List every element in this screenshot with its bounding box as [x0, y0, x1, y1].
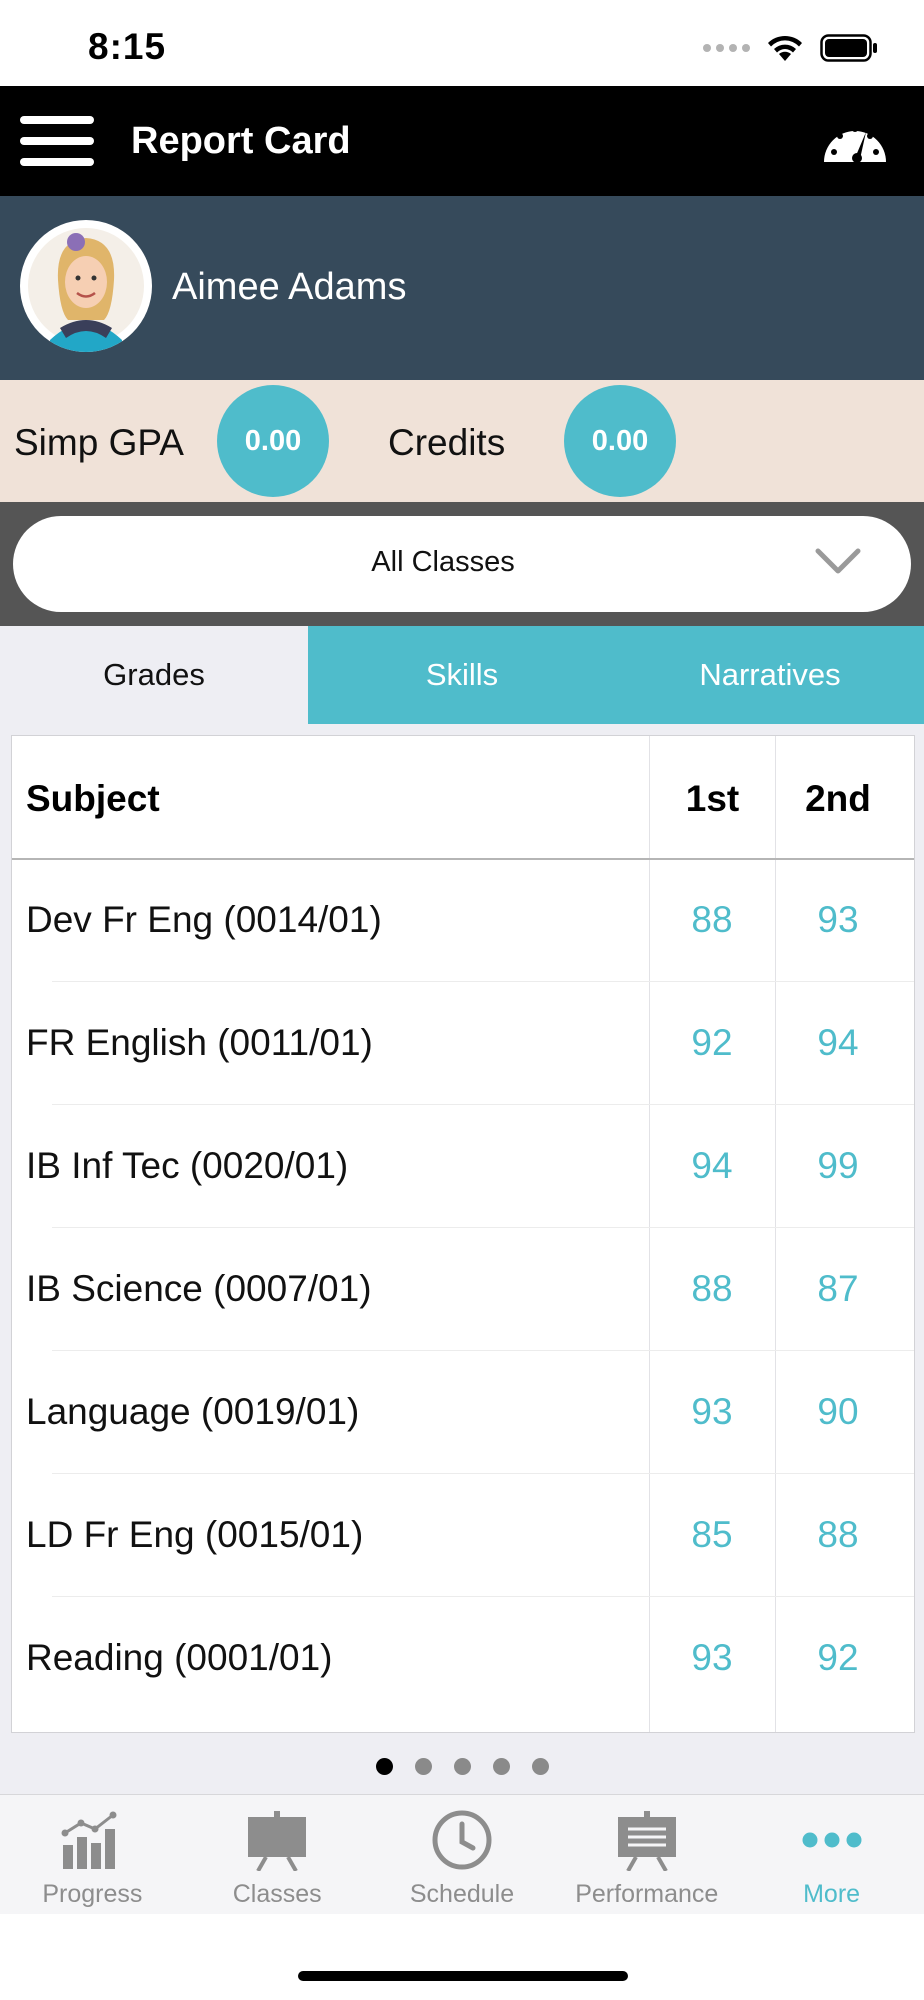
navigation-bar: Report Card	[0, 86, 924, 196]
tabbar-label: More	[803, 1880, 861, 1908]
class-filter-dropdown[interactable]: All Classes	[13, 516, 911, 612]
table-row[interactable]: Dev Fr Eng (0014/01) 88 93	[12, 859, 914, 982]
battery-icon	[820, 34, 877, 62]
student-profile: Aimee Adams	[0, 196, 924, 380]
student-avatar[interactable]	[20, 220, 152, 352]
subject-name: IB Inf Tec (0020/01)	[26, 1145, 349, 1186]
tabbar-item-schedule[interactable]: Schedule	[370, 1795, 555, 1915]
menu-button[interactable]	[20, 116, 94, 166]
tabbar-label: Classes	[232, 1880, 322, 1908]
tabbar-label: Progress	[42, 1880, 143, 1908]
tab-skills[interactable]: Skills	[308, 626, 616, 724]
report-tabs: Grades Skills Narratives	[0, 626, 924, 724]
dashboard-gauge-icon[interactable]	[822, 114, 888, 166]
more-dots-icon	[802, 1832, 862, 1848]
column-header-2nd: 2nd	[805, 778, 871, 819]
table-row[interactable]: IB Science (0007/01) 88 87	[12, 1228, 914, 1351]
grade-2nd[interactable]: 99	[776, 1145, 900, 1187]
tabbar-label: Schedule	[409, 1880, 515, 1908]
page-dot[interactable]	[414, 1758, 432, 1775]
grade-1st[interactable]: 94	[650, 1145, 774, 1187]
subject-name: FR English (0011/01)	[26, 1022, 373, 1063]
table-row[interactable]: FR English (0011/01) 92 94	[12, 982, 914, 1105]
bottom-tab-bar: Progress Classes Schedule Performance Mo…	[0, 1794, 924, 1915]
tabbar-item-progress[interactable]: Progress	[0, 1795, 185, 1915]
grade-2nd[interactable]: 94	[776, 1022, 900, 1064]
grade-2nd[interactable]: 92	[776, 1637, 900, 1679]
page-dot[interactable]	[492, 1758, 510, 1775]
grade-2nd[interactable]: 88	[776, 1514, 900, 1556]
tabbar-item-more[interactable]: More	[739, 1795, 924, 1915]
content-area: Subject 1st 2nd Dev Fr Eng (0014/01) 88 …	[0, 724, 924, 1794]
subject-name: IB Science (0007/01)	[26, 1268, 372, 1309]
tabbar-label: Performance	[575, 1880, 719, 1908]
grade-1st[interactable]: 93	[650, 1637, 774, 1679]
page-indicator[interactable]	[0, 1758, 924, 1775]
subject-name: Reading (0001/01)	[26, 1637, 333, 1678]
subject-name: Dev Fr Eng (0014/01)	[26, 899, 382, 940]
credits-value-badge: 0.00	[564, 385, 676, 497]
student-name: Aimee Adams	[172, 266, 407, 308]
presentation-board-icon	[617, 1811, 676, 1871]
wifi-icon	[768, 35, 802, 61]
clock-icon	[432, 1810, 492, 1870]
credits-label: Credits	[388, 422, 506, 463]
gpa-label: Simp GPA	[14, 422, 184, 463]
filter-band: All Classes	[0, 502, 924, 626]
column-header-1st: 1st	[685, 778, 740, 819]
status-bar: 8:15	[0, 0, 924, 86]
bar-chart-icon	[61, 1811, 117, 1869]
status-icons	[703, 30, 878, 66]
class-filter-value: All Classes	[371, 546, 515, 578]
grade-1st[interactable]: 85	[650, 1514, 774, 1556]
status-time: 8:15	[88, 26, 167, 67]
tab-grades[interactable]: Grades	[0, 626, 308, 724]
column-header-subject: Subject	[26, 778, 160, 819]
grade-1st[interactable]: 88	[650, 899, 774, 941]
tabbar-item-classes[interactable]: Classes	[185, 1795, 370, 1915]
grade-2nd[interactable]: 90	[776, 1391, 900, 1433]
grade-1st[interactable]: 93	[650, 1391, 774, 1433]
grade-1st[interactable]: 92	[650, 1022, 774, 1064]
table-header-row: Subject 1st 2nd	[12, 736, 914, 860]
table-row[interactable]: LD Fr Eng (0015/01) 85 88	[12, 1474, 914, 1597]
home-indicator[interactable]	[298, 1971, 628, 1981]
easel-icon	[248, 1811, 307, 1871]
cellular-signal-icon	[703, 44, 750, 52]
table-row[interactable]: Reading (0001/01) 93 92	[12, 1597, 914, 1720]
gpa-value-badge: 0.00	[217, 385, 329, 497]
grade-1st[interactable]: 88	[650, 1268, 774, 1310]
tabbar-item-performance[interactable]: Performance	[554, 1795, 739, 1915]
table-row[interactable]: IB Inf Tec (0020/01) 94 99	[12, 1105, 914, 1228]
subject-name: Language (0019/01)	[26, 1391, 360, 1432]
grades-table: Subject 1st 2nd Dev Fr Eng (0014/01) 88 …	[11, 735, 915, 1733]
chevron-down-icon	[815, 548, 861, 574]
subject-name: LD Fr Eng (0015/01)	[26, 1514, 364, 1555]
grade-2nd[interactable]: 93	[776, 899, 900, 941]
home-indicator-area	[0, 1914, 924, 2000]
page-dot[interactable]	[531, 1758, 549, 1775]
page-title: Report Card	[131, 120, 351, 162]
stats-band: Simp GPA 0.00 Credits 0.00	[0, 380, 924, 502]
tab-narratives[interactable]: Narratives	[616, 626, 924, 724]
table-row[interactable]: Language (0019/01) 93 90	[12, 1351, 914, 1474]
grade-2nd[interactable]: 87	[776, 1268, 900, 1310]
page-dot[interactable]	[453, 1758, 471, 1775]
page-dot[interactable]	[375, 1758, 393, 1775]
